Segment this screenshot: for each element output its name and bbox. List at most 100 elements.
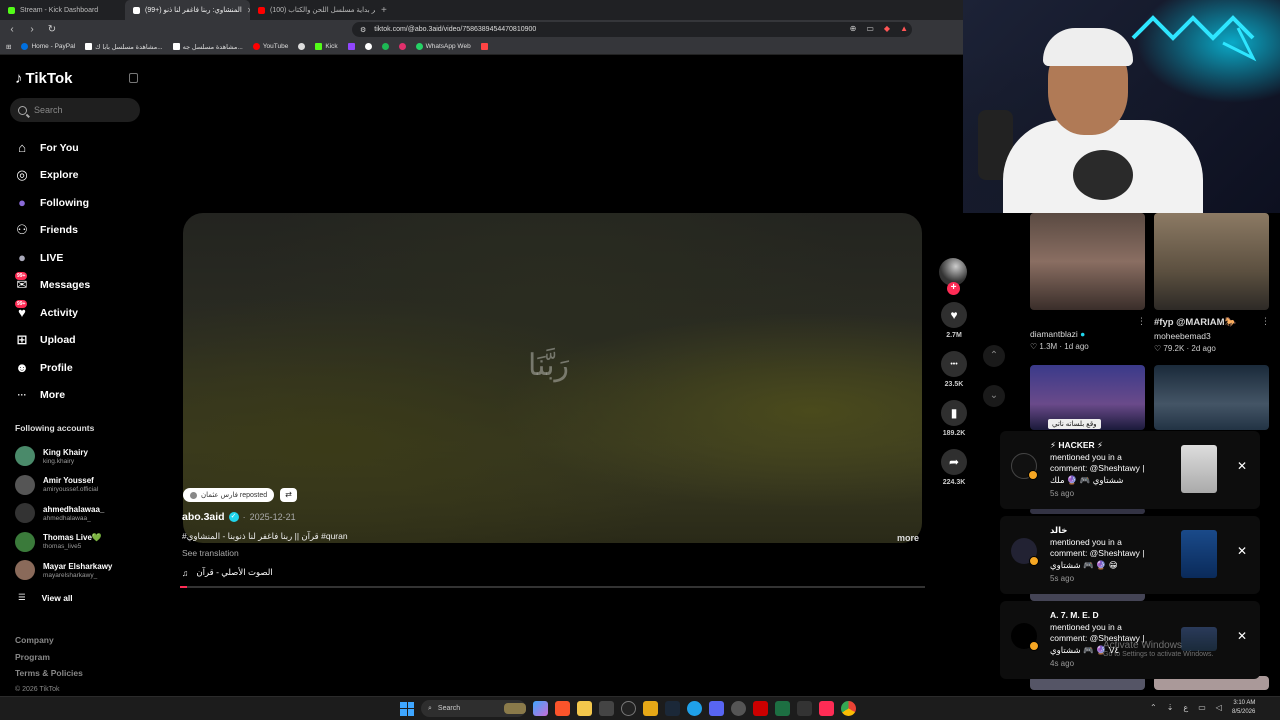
bookmark-item[interactable]: [298, 43, 306, 50]
bookmark-item[interactable]: [347, 43, 355, 50]
see-translation-link[interactable]: See translation: [182, 548, 239, 558]
close-icon[interactable]: ✕: [1237, 629, 1247, 643]
author-name: abo.3aid: [182, 511, 225, 523]
browser-tab[interactable]: Stream - Kick Dashboard: [0, 0, 125, 20]
bookmark-item[interactable]: مشاهدة مسلسل جه...: [172, 43, 243, 51]
rec-thumbnail[interactable]: [1154, 365, 1269, 430]
apps-grid-icon[interactable]: ⊞: [6, 43, 11, 51]
steam-icon[interactable]: [665, 701, 680, 716]
taskbar-search[interactable]: ⌕ Search: [421, 700, 526, 717]
brave-browser-icon[interactable]: [555, 701, 570, 716]
address-bar[interactable]: ⚙ tiktok.com/@abo.3aid/video/75863894544…: [352, 22, 912, 37]
account-item[interactable]: ahmedhalawaa_ ahmedhalawaa_: [15, 499, 112, 528]
bookmark-item[interactable]: YouTube: [252, 43, 288, 50]
account-item[interactable]: King Khairy king.khairy: [15, 442, 112, 471]
bookmark-item[interactable]: [364, 43, 372, 50]
rec-thumbnail[interactable]: وقع بلساته ناتي: [1030, 365, 1145, 430]
bookmark-item[interactable]: WhatsApp Web: [415, 43, 471, 50]
tiktok-logo[interactable]: ♪ TikTok: [15, 70, 72, 87]
copilot-icon[interactable]: [533, 701, 548, 716]
collapse-sidebar-icon[interactable]: [129, 73, 138, 83]
alert-icon[interactable]: ▲: [900, 24, 908, 33]
nav-messages[interactable]: ✉ 99+ Messages: [14, 272, 90, 300]
zoom-icon[interactable]: ⊕: [850, 24, 857, 33]
extension-icon[interactable]: ◆: [884, 24, 890, 33]
more-button[interactable]: more: [897, 533, 919, 543]
cast-icon[interactable]: ▭: [866, 24, 874, 33]
bookmark-item[interactable]: Kick: [315, 43, 338, 50]
creator-avatar[interactable]: +: [939, 258, 967, 295]
search-input[interactable]: Search: [10, 98, 140, 122]
rec-user[interactable]: diamantblazi ●: [1030, 329, 1089, 339]
kebab-menu-icon[interactable]: ⋮: [1261, 316, 1270, 327]
network-icon[interactable]: ▭: [1198, 703, 1206, 712]
nav-for-you[interactable]: ⌂ For You: [14, 134, 90, 162]
adobe-icon[interactable]: [753, 701, 768, 716]
bookmark-item[interactable]: [480, 43, 488, 50]
bookmark-item[interactable]: [381, 43, 389, 50]
bookmark-item[interactable]: Home - PayPal: [21, 43, 75, 50]
footer-company-link[interactable]: Company: [15, 632, 83, 649]
forward-icon[interactable]: ›: [26, 24, 38, 35]
file-explorer-icon[interactable]: [577, 701, 592, 716]
footer-program-link[interactable]: Program: [15, 649, 83, 666]
view-all-button[interactable]: ☰ View all: [18, 592, 73, 603]
rec-thumbnail[interactable]: [1154, 213, 1269, 310]
nav-profile[interactable]: ☻ Profile: [14, 354, 90, 382]
bookmark-item[interactable]: مشاهدة مسلسل بابا ك...: [85, 43, 163, 51]
rec-user[interactable]: moheebemad3: [1154, 331, 1236, 341]
music-info[interactable]: ♫ الصوت الأصلي - قرآن: [182, 567, 273, 578]
nav-following[interactable]: ● Following: [14, 189, 90, 217]
comment-action[interactable]: ••• 23.5K: [939, 351, 969, 388]
kebab-menu-icon[interactable]: ⋮: [1137, 316, 1146, 327]
excel-icon[interactable]: [775, 701, 790, 716]
like-action[interactable]: ♥ 2.7M: [939, 302, 969, 339]
app-icon[interactable]: [643, 701, 658, 716]
site-info-icon[interactable]: ⚙: [360, 26, 366, 34]
chrome-icon[interactable]: [841, 701, 856, 716]
nav-activity[interactable]: ♥ 99+ Activity: [14, 299, 90, 327]
follow-plus-icon[interactable]: +: [947, 282, 960, 295]
edge-icon[interactable]: [687, 701, 702, 716]
rec-thumbnail[interactable]: [1030, 213, 1145, 310]
bookmark-item[interactable]: [398, 43, 406, 50]
usb-icon[interactable]: ⇣: [1167, 703, 1174, 712]
tray-chevron-icon[interactable]: ⌃: [1150, 703, 1157, 712]
mention-notification[interactable]: خالد mentioned you in a comment: @Shesht…: [1000, 516, 1260, 594]
new-tab-button[interactable]: +: [375, 5, 393, 16]
nav-upload[interactable]: ⊞ Upload: [14, 327, 90, 355]
browser-tab[interactable]: (100) تتر بداية مسلسل اللحن والكتاب: [250, 0, 375, 20]
video-author[interactable]: abo.3aid ✓ · 2025-12-21: [182, 511, 296, 523]
windows-start-icon[interactable]: [400, 701, 414, 716]
store-icon[interactable]: [599, 701, 614, 716]
nav-explore[interactable]: ◎ Explore: [14, 162, 90, 190]
tiktok-app-icon[interactable]: [819, 701, 834, 716]
music-note-icon: ♫: [182, 567, 189, 578]
back-icon[interactable]: ‹: [6, 24, 18, 35]
mention-notification[interactable]: ⚡ HACKER ⚡ mentioned you in a comment: @…: [1000, 431, 1260, 509]
next-video-chevron-down-icon[interactable]: ⌄: [983, 385, 1005, 407]
volume-icon[interactable]: ◁: [1216, 703, 1222, 712]
previous-video-chevron-up-icon[interactable]: ⌃: [983, 345, 1005, 367]
share-action[interactable]: ➦ 224.3K: [939, 449, 969, 486]
reload-icon[interactable]: ↻: [46, 24, 58, 35]
settings-icon[interactable]: [731, 701, 746, 716]
account-item[interactable]: Mayar Elsharkawy mayarelsharkawy_: [15, 556, 112, 585]
language-icon[interactable]: ع: [1183, 703, 1188, 712]
account-item[interactable]: Thomas Live💚 thomas_live5: [15, 528, 112, 557]
close-icon[interactable]: ✕: [1237, 459, 1247, 473]
nav-live[interactable]: ● LIVE: [14, 244, 90, 272]
discord-icon[interactable]: [709, 701, 724, 716]
save-action[interactable]: ▮ 189.2K: [939, 400, 969, 437]
repost-icon[interactable]: ⇄: [280, 488, 297, 502]
terminal-icon[interactable]: [797, 701, 812, 716]
footer-terms-link[interactable]: Terms & Policies: [15, 665, 83, 682]
browser-tab-active[interactable]: (99+) المنشاوي: ربنا فاغفر لنا ذنو ✕: [125, 0, 250, 20]
nav-friends[interactable]: ⚇ Friends: [14, 217, 90, 245]
account-item[interactable]: Amir Youssef amiryoussef.official: [15, 471, 112, 500]
close-icon[interactable]: ✕: [1237, 544, 1247, 558]
nav-more[interactable]: ··· More: [14, 382, 90, 410]
video-progress-bar[interactable]: [180, 586, 925, 588]
obs-icon[interactable]: [621, 701, 636, 716]
taskbar-clock[interactable]: 3:10 AM 8/5/2026: [1232, 699, 1255, 717]
